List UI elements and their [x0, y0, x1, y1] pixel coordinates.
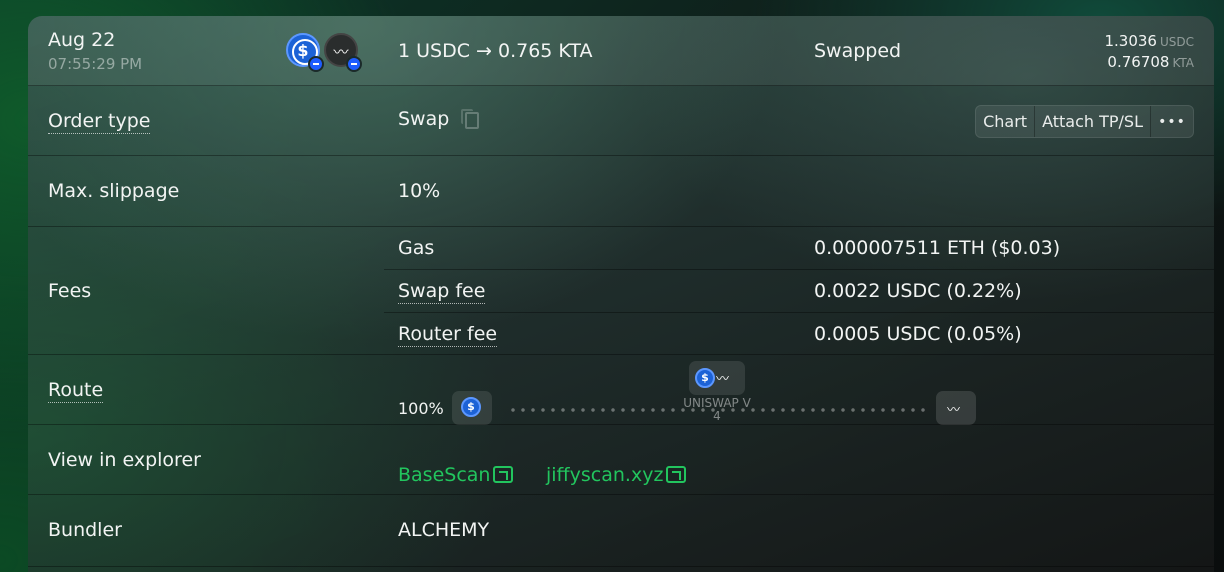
copy-icon[interactable] [461, 109, 479, 129]
amount-out: 0.76708 KTA [1107, 53, 1194, 71]
fee-item-gas: Gas 0.000007511 ETH ($0.03) [384, 227, 1214, 270]
order-type-row: Order type Swap Chart Attach TP/SL ••• [28, 86, 1214, 156]
fee-item-swap: Swap fee 0.0022 USDC (0.22%) [384, 270, 1214, 313]
kta-coin-icon: 〰 [716, 372, 730, 387]
more-options-button[interactable]: ••• [1151, 106, 1193, 137]
fees-row: Fees Gas 0.000007511 ETH ($0.03) Swap fe… [28, 227, 1214, 355]
order-time: 07:55:29 PM [48, 55, 143, 73]
route-row: Route 100% $ $ 〰 UNISWAP V4 〰 [28, 355, 1214, 425]
usdc-coin-icon: $ [461, 397, 481, 417]
max-slippage-value: 10% [398, 180, 441, 202]
order-date: Aug 22 [48, 29, 116, 51]
max-slippage-row: Max. slippage 10% [28, 156, 1214, 227]
fee-name[interactable]: Router fee [398, 323, 498, 347]
dex-label-line2: 4 [713, 409, 721, 423]
max-slippage-label: Max. slippage [48, 180, 180, 202]
order-summary-row[interactable]: Aug 22 07:55:29 PM $ 〰 1 USDC → 0.765 KT… [28, 16, 1214, 86]
fee-name: Gas [398, 237, 435, 259]
external-link-icon [493, 466, 514, 483]
route-label[interactable]: Route [48, 379, 104, 403]
base-chain-badge-icon [346, 56, 362, 72]
amount-out-unit: KTA [1172, 56, 1194, 70]
fee-value: 0.0022 USDC (0.22%) [814, 280, 1022, 302]
amount-in-value: 1.3036 [1104, 32, 1157, 50]
swap-pair-text: 1 USDC → 0.765 KTA [398, 40, 593, 62]
bundler-label: Bundler [48, 519, 122, 541]
order-status: Swapped [814, 40, 902, 62]
basescan-link[interactable]: BaseScan [398, 464, 514, 486]
external-link-icon [666, 466, 687, 483]
route-source-token[interactable]: $ [452, 391, 492, 425]
route-destination-token[interactable]: 〰 [936, 391, 976, 425]
route-pool[interactable]: $ 〰 [689, 361, 745, 395]
explorer-label: View in explorer [48, 449, 201, 471]
order-actions: Chart Attach TP/SL ••• [975, 105, 1194, 138]
fee-value: 0.000007511 ETH ($0.03) [814, 237, 1061, 259]
chart-button[interactable]: Chart [976, 106, 1036, 137]
bundler-value: ALCHEMY [398, 519, 490, 541]
jiffyscan-link[interactable]: jiffyscan.xyz [546, 464, 687, 486]
amount-out-value: 0.76708 [1107, 53, 1170, 71]
attach-tp-sl-button[interactable]: Attach TP/SL [1035, 106, 1151, 137]
fee-name[interactable]: Swap fee [398, 280, 486, 304]
order-type-label[interactable]: Order type [48, 110, 151, 134]
amount-in: 1.3036 USDC [1104, 32, 1194, 50]
explorer-row: View in explorer BaseScan jiffyscan.xyz [28, 425, 1214, 495]
base-chain-badge-icon [308, 56, 324, 72]
kta-coin-icon: 〰 [947, 403, 961, 418]
usdc-coin-icon: $ [695, 368, 715, 388]
order-detail-panel: Aug 22 07:55:29 PM $ 〰 1 USDC → 0.765 KT… [28, 16, 1214, 572]
bundler-row: Bundler ALCHEMY [28, 495, 1214, 567]
dex-label: UNISWAP V4 [668, 397, 766, 423]
fee-value: 0.0005 USDC (0.05%) [814, 323, 1022, 345]
route-percent: 100% [398, 399, 444, 418]
fee-item-router: Router fee 0.0005 USDC (0.05%) [384, 313, 1214, 356]
fees-label: Fees [48, 280, 92, 302]
order-type-value: Swap [398, 108, 450, 130]
amount-in-unit: USDC [1159, 35, 1194, 49]
